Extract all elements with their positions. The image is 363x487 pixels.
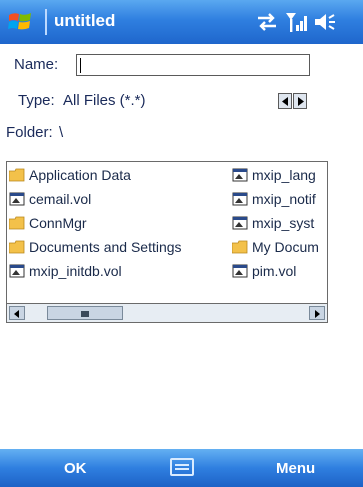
name-label: Name: (14, 56, 59, 73)
list-item[interactable]: Documents and Settings (9, 237, 182, 257)
left-arrow-icon (14, 310, 19, 318)
list-item[interactable]: mxip_initdb.vol (9, 261, 122, 281)
scroll-thumb[interactable] (47, 306, 123, 320)
folder-path: \ (59, 124, 64, 141)
type-label: Type: (18, 92, 55, 109)
ok-softkey[interactable]: OK (64, 460, 87, 477)
list-item[interactable]: ConnMgr (9, 213, 87, 233)
horizontal-scrollbar[interactable] (6, 303, 328, 323)
connectivity-icon[interactable] (255, 10, 279, 34)
type-value[interactable]: All Files (*.*) (63, 92, 146, 109)
right-arrow-icon (298, 97, 304, 106)
menu-bar: OK Menu (0, 449, 363, 487)
folder-icon (9, 216, 25, 230)
title-bar: untitled (0, 0, 363, 44)
window-title: untitled (54, 11, 116, 30)
list-item[interactable]: mxip_notif (232, 189, 316, 209)
grip-icon (81, 311, 89, 317)
list-item[interactable]: My Docum (232, 237, 319, 257)
right-arrow-icon (315, 310, 320, 318)
windows-start-flag-icon[interactable] (7, 9, 33, 35)
type-prev-button[interactable] (278, 93, 292, 109)
name-field[interactable] (76, 54, 310, 76)
keyboard-icon[interactable] (170, 458, 194, 476)
file-icon (232, 264, 248, 278)
folder-icon (232, 240, 248, 254)
title-separator (45, 9, 47, 35)
scroll-left-button[interactable] (9, 306, 25, 320)
folder-icon (9, 240, 25, 254)
left-arrow-icon (282, 97, 288, 106)
list-item[interactable]: pim.vol (232, 261, 296, 281)
list-item[interactable]: Application Data (9, 165, 131, 185)
list-item[interactable]: cemail.vol (9, 189, 91, 209)
list-item[interactable]: mxip_lang (232, 165, 316, 185)
folder-icon (9, 168, 25, 182)
file-icon (232, 192, 248, 206)
signal-strength-icon[interactable] (284, 10, 308, 34)
file-icon (9, 192, 25, 206)
list-item[interactable]: mxip_syst (232, 213, 314, 233)
file-icon (232, 168, 248, 182)
file-list[interactable]: Application Data cemail.vol ConnMgr Docu… (6, 161, 328, 323)
scroll-right-button[interactable] (309, 306, 325, 320)
menu-softkey[interactable]: Menu (276, 460, 315, 477)
file-icon (232, 216, 248, 230)
type-next-button[interactable] (293, 93, 307, 109)
speaker-volume-icon[interactable] (312, 10, 336, 34)
folder-label: Folder: (6, 124, 53, 141)
text-caret (80, 58, 81, 73)
file-icon (9, 264, 25, 278)
